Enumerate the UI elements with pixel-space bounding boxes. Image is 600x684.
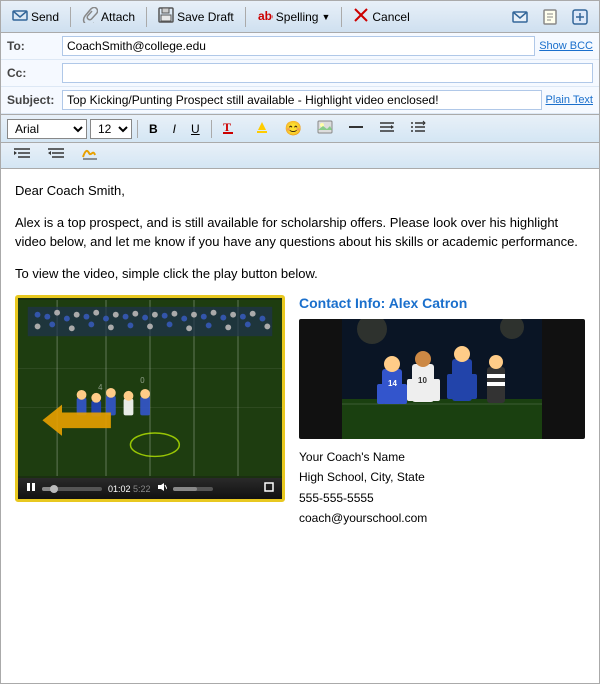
subject-label: Subject: [7,93,62,107]
divider4 [341,7,342,27]
divider1 [70,7,71,27]
align-button[interactable] [373,118,401,139]
underline-button[interactable]: U [185,120,206,138]
email-body[interactable]: Dear Coach Smith, Alex is a top prospect… [1,169,599,683]
list-button[interactable] [404,118,432,139]
contact-email: coach@yourschool.com [299,508,585,528]
contact-details: Your Coach's Name High School, City, Sta… [299,447,585,529]
contact-school: High School, City, State [299,467,585,487]
subject-row: Subject: Plain Text [1,87,599,114]
svg-text:T: T [223,120,231,134]
italic-button[interactable]: I [167,120,182,138]
greeting: Dear Coach Smith, [15,181,585,201]
options-btn[interactable] [567,7,593,27]
subject-input[interactable] [62,90,542,110]
divider2 [146,7,147,27]
contact-name: Your Coach's Name [299,447,585,467]
show-bcc-button[interactable]: Show BCC [539,40,593,52]
fmt-divider2 [211,120,212,138]
hr-button[interactable] [342,118,370,139]
video-screen: 4 0 [18,298,282,478]
email-icon-btn[interactable] [507,7,533,27]
time-total: 5:22 [133,484,151,494]
spelling-dropdown-icon: ▼ [321,12,330,22]
svg-text:abc: abc [258,9,273,23]
svg-text:14: 14 [388,379,397,388]
header-fields: To: Show BCC Cc: Subject: Plain Text [1,33,599,115]
svg-text:4: 4 [98,383,103,392]
contact-phone: 555-555-5555 [299,488,585,508]
save-draft-button[interactable]: Save Draft [153,5,239,28]
contact-photo: 14 10 [299,319,585,439]
spelling-icon: abc [257,7,273,26]
email-client: Send Attach Save Draft abc Spelling ▼ [0,0,600,684]
highlight-button[interactable] [248,118,276,139]
attach-button[interactable]: Attach [77,5,140,28]
bold-button[interactable]: B [143,120,164,138]
contact-title: Contact Info: Alex Catron [299,295,585,311]
size-select[interactable]: 81012141618 [90,119,132,139]
send-icon [12,7,28,26]
field-svg: 4 0 [18,298,282,478]
cc-row: Cc: [1,60,599,87]
paragraph2: To view the video, simple click the play… [15,264,585,284]
fullscreen-button[interactable] [264,482,274,495]
emoji-button[interactable]: 😊 [279,118,308,139]
font-select[interactable]: Arial Times New Roman Verdana [7,119,87,139]
address-book-btn[interactable] [537,7,563,27]
pause-button[interactable] [26,482,36,495]
fmt-divider1 [137,120,138,138]
video-controls: 01:02 5:22 [18,478,282,499]
to-input[interactable] [62,36,535,56]
spelling-button[interactable]: abc Spelling ▼ [252,5,336,28]
send-button[interactable]: Send [7,5,64,28]
mute-button[interactable] [157,482,167,495]
progress-bar[interactable] [42,487,102,491]
indent-button[interactable] [7,145,37,166]
video-player[interactable]: 4 0 01:02 5:22 [15,295,285,502]
font-color-button[interactable]: T [217,118,245,139]
save-draft-icon [158,7,174,26]
format-toolbar: Arial Times New Roman Verdana 8101214161… [1,115,599,143]
to-row: To: Show BCC [1,33,599,60]
format-toolbar2 [1,143,599,169]
svg-text:10: 10 [418,376,427,385]
cancel-icon [353,7,369,26]
outdent-button[interactable] [41,145,71,166]
volume-bar[interactable] [173,487,213,491]
svg-text:0: 0 [140,376,145,385]
cc-label: Cc: [7,66,62,80]
divider3 [245,7,246,27]
time-current: 01:02 [108,484,131,494]
attach-icon [82,7,98,26]
content-row: 4 0 01:02 5:22 [15,295,585,529]
image-button[interactable] [311,118,339,139]
plain-text-button[interactable]: Plain Text [546,94,594,106]
signature-button[interactable] [75,145,105,166]
cc-input[interactable] [62,63,593,83]
toolbar: Send Attach Save Draft abc Spelling ▼ [1,1,599,33]
contact-info: Contact Info: Alex Catron [299,295,585,529]
to-label: To: [7,39,62,53]
time-display: 01:02 5:22 [108,484,151,494]
paragraph1: Alex is a top prospect, and is still ava… [15,213,585,252]
cancel-button[interactable]: Cancel [348,5,414,28]
